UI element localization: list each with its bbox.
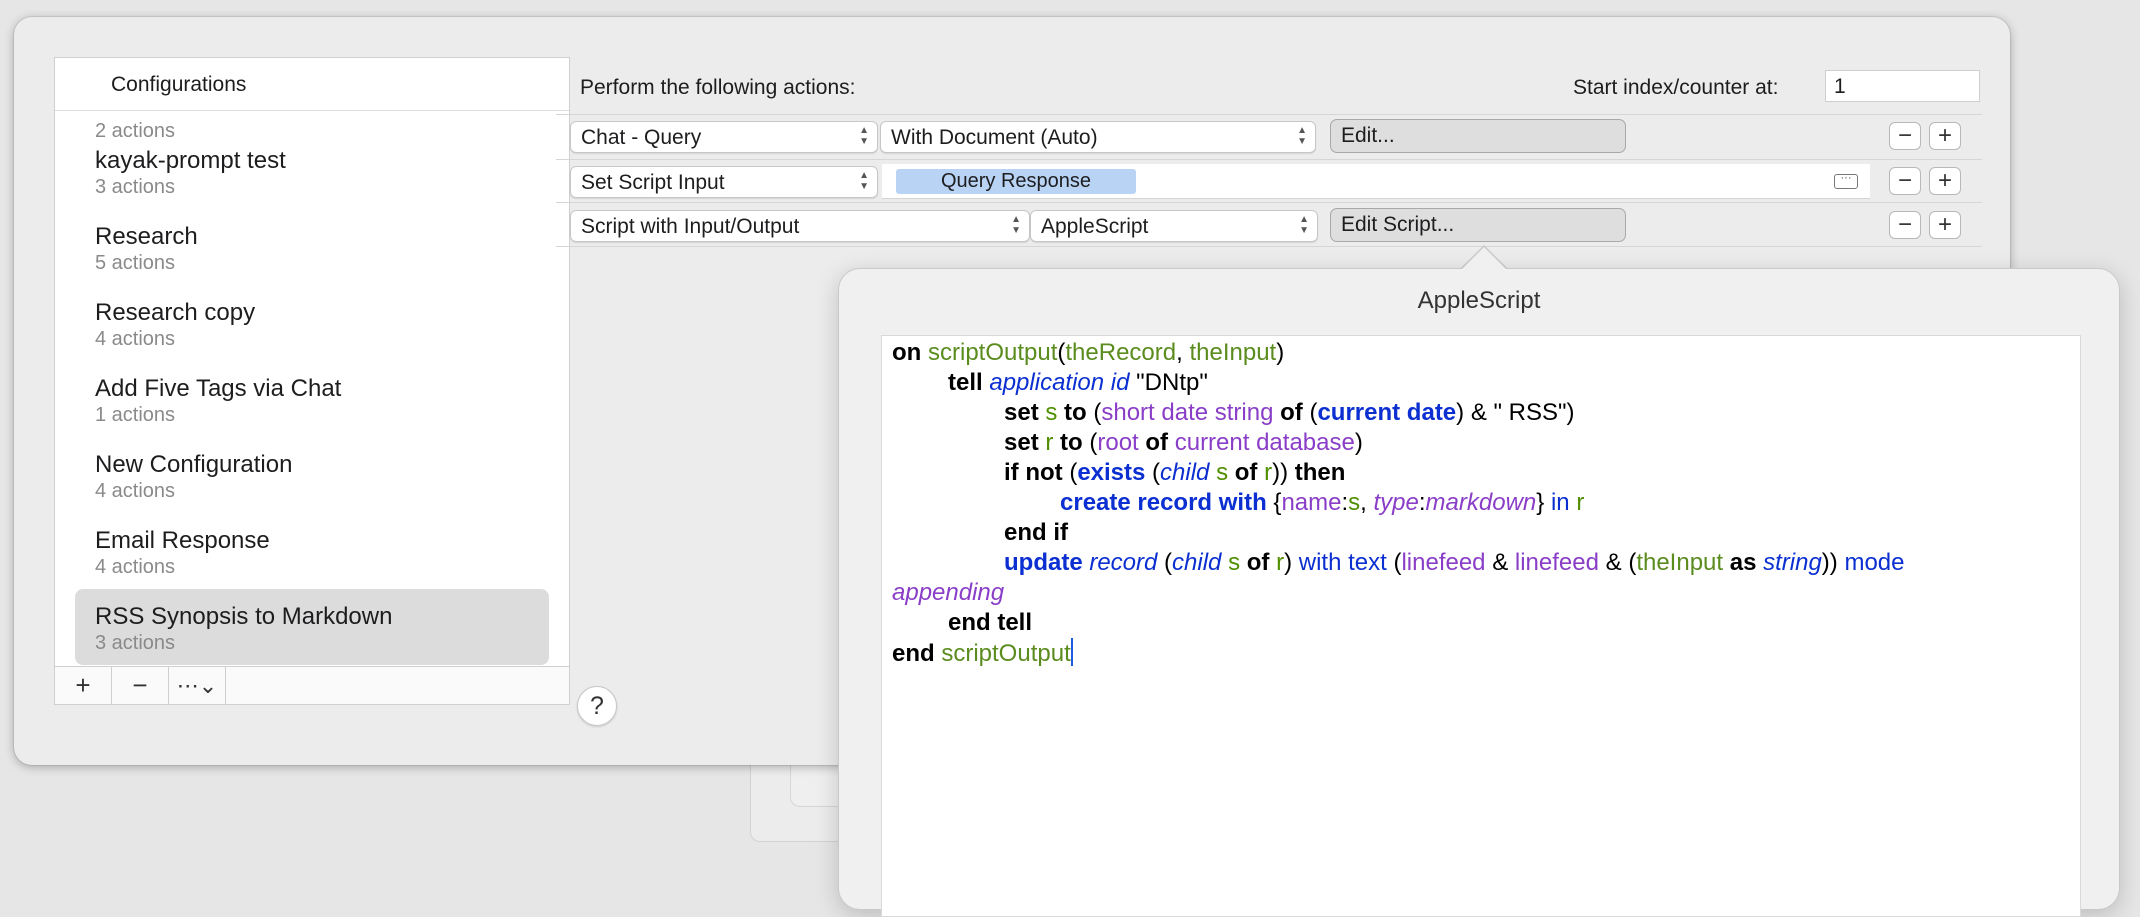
divider: [556, 114, 1982, 115]
updown-chevron-icon: ▲ ▼: [859, 125, 869, 147]
plus-icon: +: [75, 670, 91, 700]
action-type-value: Set Script Input: [581, 171, 725, 194]
more-options-button[interactable]: ⋯⌄: [169, 667, 226, 704]
updown-chevron-icon: ▲ ▼: [1299, 214, 1309, 236]
code-line: set r to (root of current database): [1004, 429, 1363, 456]
script-input-token-field[interactable]: Query Response ···: [882, 164, 1870, 199]
edit-query-button[interactable]: Edit...: [1330, 119, 1626, 153]
updown-chevron-icon: ▲ ▼: [1011, 214, 1021, 236]
script-language-popup[interactable]: AppleScript ▲ ▼: [1030, 210, 1318, 242]
configurations-list[interactable]: 2 actions kayak-prompt test 3 actions Re…: [55, 111, 569, 666]
action-type-popup[interactable]: Chat - Query ▲ ▼: [570, 121, 878, 153]
config-item[interactable]: kayak-prompt test 3 actions: [75, 133, 549, 209]
popover-arrow: [1462, 247, 1506, 269]
add-action-button[interactable]: +: [1929, 122, 1961, 150]
code-line: tell application id "DNtp": [948, 369, 1208, 396]
config-action-count: 5 actions: [95, 252, 176, 274]
action-type-value: Script with Input/Output: [581, 215, 800, 238]
remove-configuration-button[interactable]: −: [112, 667, 169, 704]
perform-actions-label: Perform the following actions:: [580, 76, 856, 99]
config-name: Research copy: [95, 299, 256, 326]
code-line: end scriptOutput: [892, 638, 1073, 667]
document-mode-value: With Document (Auto): [891, 126, 1098, 149]
add-action-button[interactable]: +: [1929, 211, 1961, 239]
text-caret: [1070, 638, 1073, 666]
config-action-count: 4 actions: [95, 328, 176, 350]
action-type-popup[interactable]: Script with Input/Output ▲ ▼: [570, 210, 1030, 242]
script-language-value: AppleScript: [1041, 215, 1149, 238]
remove-action-button[interactable]: −: [1889, 122, 1921, 150]
sidebar-footer: + − ⋯⌄: [55, 666, 569, 704]
code-line: set s to (short date string of (current …: [1004, 399, 1575, 426]
code-line: appending: [892, 579, 1005, 606]
config-item[interactable]: Add Five Tags via Chat 1 actions: [75, 361, 549, 437]
config-name: kayak-prompt test: [95, 147, 286, 174]
config-name: Research: [95, 223, 198, 250]
config-name: New Configuration: [95, 451, 293, 478]
add-configuration-button[interactable]: +: [55, 667, 112, 704]
config-item[interactable]: Research copy 4 actions: [75, 285, 549, 361]
config-name: Add Five Tags via Chat: [95, 375, 342, 402]
divider: [556, 159, 1982, 160]
start-index-field[interactable]: 1: [1825, 70, 1980, 102]
divider: [556, 202, 1982, 203]
add-action-button[interactable]: +: [1929, 167, 1961, 195]
config-action-count: 1 actions: [95, 404, 176, 426]
help-button[interactable]: ?: [577, 686, 617, 726]
updown-chevron-icon: ▲ ▼: [1297, 125, 1307, 147]
edit-script-button[interactable]: Edit Script...: [1330, 208, 1626, 242]
sidebar-header: Configurations: [55, 58, 569, 111]
config-name: Email Response: [95, 527, 270, 554]
action-type-value: Chat - Query: [581, 126, 702, 149]
divider: [556, 246, 1982, 247]
configurations-sidebar: Configurations 2 actions kayak-prompt te…: [54, 57, 570, 705]
config-action-count: 4 actions: [95, 480, 176, 502]
config-action-count: 3 actions: [95, 176, 176, 198]
start-index-label: Start index/counter at:: [1573, 76, 1779, 99]
code-line: on scriptOutput(theRecord, theInput): [892, 339, 1285, 366]
code-line: create record with {name:s, type:markdow…: [1060, 489, 1585, 516]
minus-icon: −: [132, 670, 148, 700]
remove-action-button[interactable]: −: [1889, 211, 1921, 239]
ellipsis-icon[interactable]: ···: [1834, 173, 1858, 189]
config-name: RSS Synopsis to Markdown: [95, 603, 393, 630]
updown-chevron-icon: ▲ ▼: [859, 170, 869, 192]
remove-action-button[interactable]: −: [1889, 167, 1921, 195]
ellipsis-circle-icon: ⋯⌄: [176, 672, 218, 698]
config-item-selected[interactable]: RSS Synopsis to Markdown 3 actions: [75, 589, 549, 665]
popover-title: AppleScript: [1417, 287, 1541, 314]
config-action-count: 4 actions: [95, 556, 176, 578]
action-type-popup[interactable]: Set Script Input ▲ ▼: [570, 166, 878, 198]
applescript-editor[interactable]: on scriptOutput(theRecord, theInput) tel…: [881, 335, 2081, 917]
code-line: end tell: [948, 609, 1033, 636]
query-response-token[interactable]: Query Response: [896, 169, 1136, 194]
config-action-count: 3 actions: [95, 632, 176, 654]
code-line: update record (child s of r) with text (…: [1004, 549, 1905, 576]
config-item[interactable]: Research 5 actions: [75, 209, 549, 285]
code-line: end if: [1004, 519, 1068, 546]
config-item[interactable]: New Configuration 4 actions: [75, 437, 549, 513]
config-item[interactable]: Email Response 4 actions: [75, 513, 549, 589]
applescript-popover: AppleScript on scriptOutput(theRecord, t…: [838, 268, 2120, 917]
document-mode-popup[interactable]: With Document (Auto) ▲ ▼: [880, 121, 1316, 153]
code-line: if not (exists (child s of r)) then: [1004, 459, 1346, 486]
